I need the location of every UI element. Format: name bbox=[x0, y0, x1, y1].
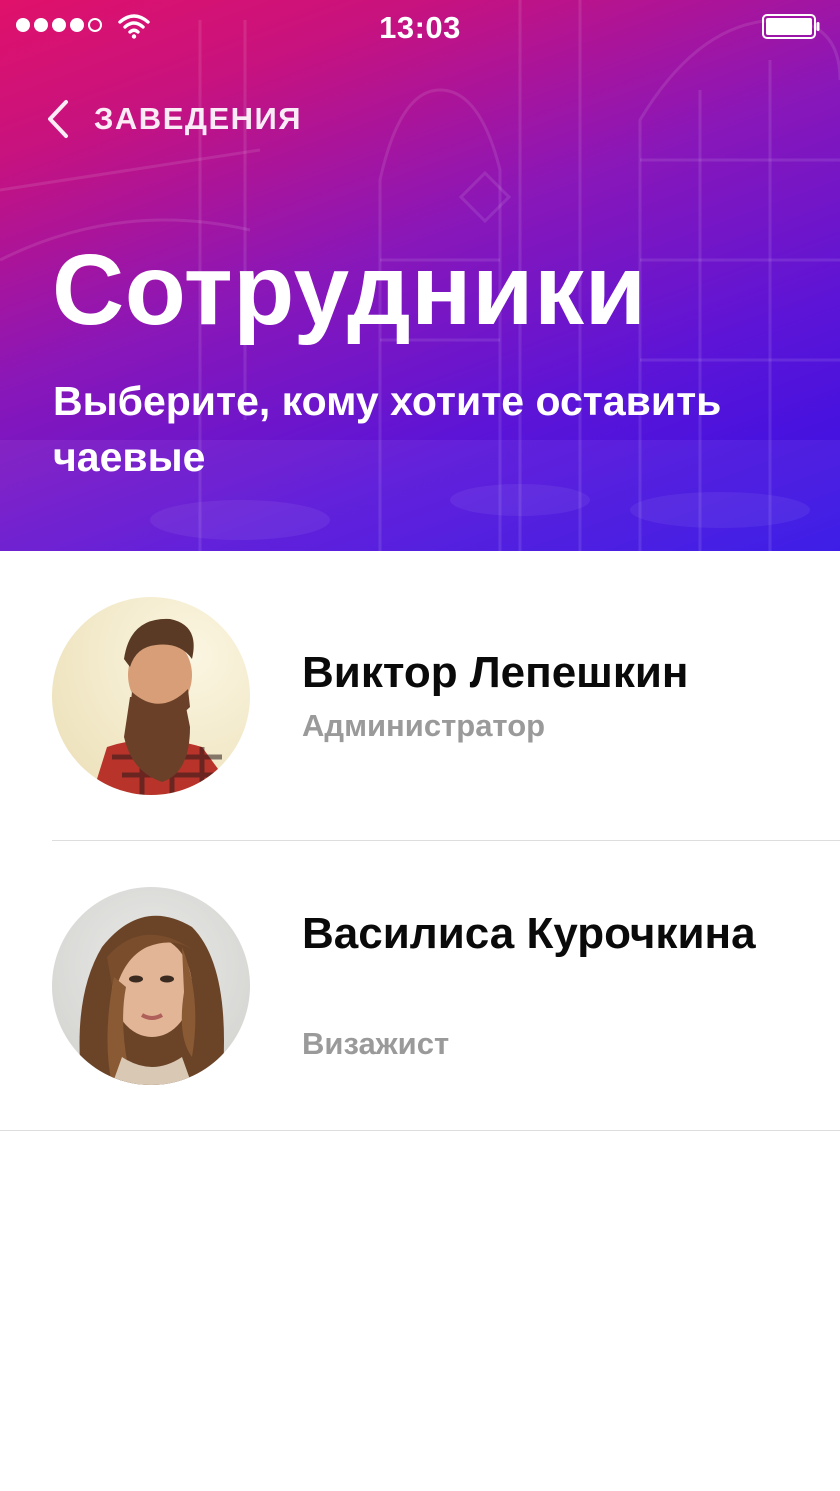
staff-row[interactable]: Василиса Курочкина Визажист bbox=[0, 841, 840, 1131]
staff-name: Василиса Курочкина bbox=[302, 909, 756, 958]
back-button[interactable]: ЗАВЕДЕНИЯ bbox=[44, 96, 302, 142]
staff-role: Администратор bbox=[302, 708, 546, 743]
chevron-left-icon bbox=[48, 100, 68, 138]
avatar-photo bbox=[52, 887, 250, 1085]
battery-icon bbox=[762, 14, 820, 39]
back-button-label: ЗАВЕДЕНИЯ bbox=[94, 101, 303, 136]
page-subtitle: Выберите, кому хотите оставить чаевые bbox=[53, 378, 722, 480]
row-divider bbox=[0, 1130, 840, 1131]
avatar bbox=[52, 887, 250, 1085]
staff-screen: 13:03 ЗАВЕДЕНИЯ Сотрудники Выберите, ком… bbox=[0, 0, 840, 1491]
avatar-photo bbox=[52, 597, 250, 795]
avatar bbox=[52, 597, 250, 795]
staff-name: Виктор Лепешкин bbox=[302, 648, 689, 697]
status-bar: 13:03 bbox=[0, 0, 840, 54]
status-time: 13:03 bbox=[379, 10, 461, 45]
staff-role: Визажист bbox=[302, 1026, 450, 1061]
header-hero: 13:03 ЗАВЕДЕНИЯ Сотрудники Выберите, ком… bbox=[0, 0, 840, 551]
staff-row[interactable]: Виктор Лепешкин Администратор bbox=[0, 551, 840, 841]
staff-list: Виктор Лепешкин Администратор Василиса К… bbox=[0, 551, 840, 1131]
page-title: Сотрудники bbox=[52, 234, 647, 346]
